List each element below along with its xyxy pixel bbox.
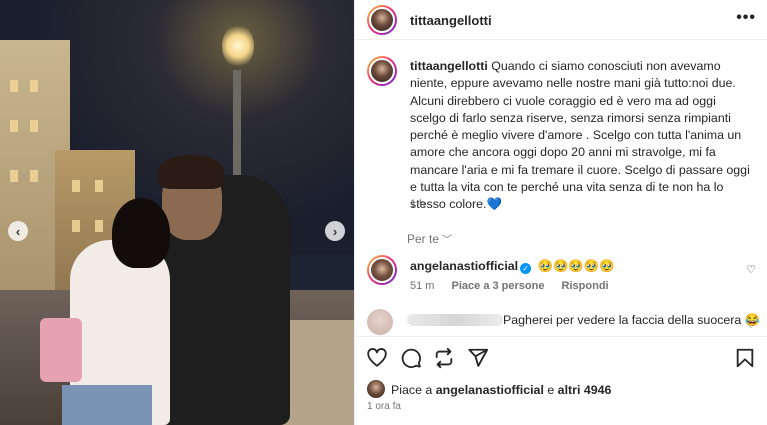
next-photo-button[interactable]: ›: [325, 221, 345, 241]
bookmark-icon[interactable]: [734, 347, 756, 369]
repost-icon[interactable]: [433, 347, 455, 369]
photo-window: [72, 220, 80, 232]
caption-timestamp[interactable]: 1 h: [410, 198, 425, 210]
post-actions-bar: [355, 336, 767, 376]
photo-window: [95, 180, 103, 192]
translation-label: Per te: [407, 232, 440, 246]
likes-prefix: Piace a: [391, 383, 436, 397]
likes-others[interactable]: altri 4946: [558, 383, 612, 397]
post-details-panel: tittaangellotti ••• tittaangellotti Quan…: [354, 0, 767, 425]
comment-like-heart-icon[interactable]: ♡: [746, 318, 756, 331]
previous-photo-button[interactable]: ‹: [8, 221, 28, 241]
photo-man-hair: [158, 155, 224, 189]
photo-window: [95, 220, 103, 232]
photo-window: [10, 80, 18, 92]
comment-item: angelanastiofficial ✓ 🥹🥹🥹🥹🥹 51 m Piace a …: [355, 253, 767, 293]
caption-username[interactable]: tittaangellotti: [410, 59, 488, 73]
commenter-username[interactable]: angelanastiofficial: [410, 259, 518, 273]
comment-text: 🥹🥹🥹🥹🥹: [537, 259, 615, 273]
comment-like-heart-icon[interactable]: ♡: [746, 263, 756, 276]
photo-jeans: [62, 385, 152, 425]
author-avatar[interactable]: [367, 5, 397, 35]
caption-text: Quando ci siamo conosciuti non avevamo n…: [410, 59, 750, 212]
post-photo[interactable]: ‹ ›: [0, 0, 354, 425]
photo-window: [30, 120, 38, 132]
likes-line[interactable]: Piace a angelanastiofficial e altri 4946: [391, 383, 611, 397]
heart-icon[interactable]: [366, 347, 388, 369]
comment-item: Pagherei per vedere la faccia della suoc…: [355, 306, 767, 336]
chevron-right-icon: ›: [332, 223, 338, 239]
comment-icon[interactable]: [400, 347, 422, 369]
post-header: tittaangellotti •••: [355, 0, 767, 40]
commenter-avatar-blurred[interactable]: [367, 309, 393, 335]
photo-window: [72, 180, 80, 192]
comment-likes-count[interactable]: Piace a 3 persone: [452, 280, 545, 292]
liker-username[interactable]: angelanastiofficial: [436, 383, 544, 397]
reply-button[interactable]: Rispondi: [562, 280, 609, 292]
photo-window: [30, 80, 38, 92]
street-lamp-light: [222, 24, 254, 68]
translation-toggle[interactable]: Per te ﹀: [407, 231, 452, 246]
likes-middle: e: [543, 383, 558, 397]
caption-text-block: tittaangellotti Quando ci siamo conosciu…: [410, 58, 755, 214]
comment-timestamp[interactable]: 51 m: [410, 280, 434, 292]
liker-avatar: [367, 380, 385, 398]
chevron-left-icon: ‹: [15, 223, 21, 239]
comment-text: Pagherei per vedere la faccia della suoc…: [503, 313, 761, 327]
more-horizontal-icon[interactable]: •••: [736, 9, 756, 27]
verified-badge-icon: ✓: [520, 263, 532, 274]
author-username[interactable]: tittaangellotti: [410, 13, 492, 28]
caption-avatar[interactable]: [367, 56, 397, 86]
photo-window: [10, 120, 18, 132]
share-icon[interactable]: [467, 347, 489, 369]
post-date: 1 ora fa: [367, 401, 401, 412]
photo-window: [30, 170, 38, 182]
photo-woman-hair: [112, 198, 170, 268]
photo-window: [10, 170, 18, 182]
commenter-avatar[interactable]: [367, 255, 397, 285]
commenter-username-blurred: [407, 314, 503, 326]
photo-bag: [40, 318, 82, 382]
chevron-down-icon: ﹀: [442, 235, 453, 246]
